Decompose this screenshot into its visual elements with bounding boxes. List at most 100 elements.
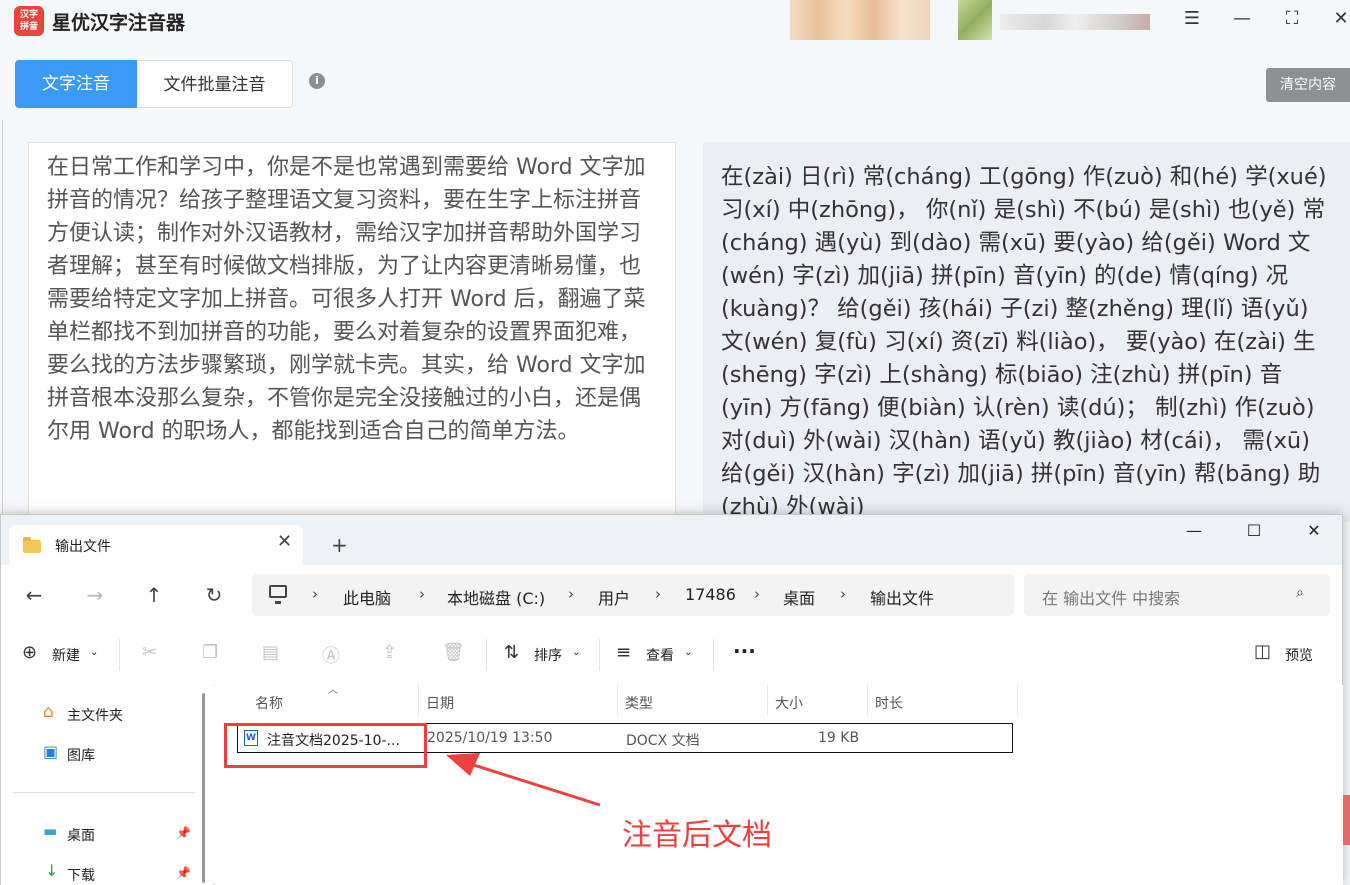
this-pc-icon xyxy=(269,585,287,604)
breadcrumb-chevron-icon: › xyxy=(655,585,661,603)
delete-icon[interactable]: 🗑 xyxy=(442,642,465,663)
more-options-button[interactable]: ··· xyxy=(733,639,756,663)
preview-button[interactable]: 预览 xyxy=(1285,645,1313,665)
tab-batch-file-pinyin[interactable]: 文件批量注音 xyxy=(137,60,293,108)
explorer-navigation-bar: ← → ↑ ↻ › 此电脑 › 本地磁盘 (C:) › 用户 › 17486 ›… xyxy=(1,565,1342,625)
tab-text-pinyin[interactable]: 文字注音 xyxy=(15,60,137,108)
explorer-close-icon[interactable]: ✕ xyxy=(1299,521,1329,540)
breadcrumb-users[interactable]: 用户 xyxy=(598,585,630,609)
breadcrumb-chevron-icon: › xyxy=(754,585,760,603)
maximize-icon[interactable]: ⛶ xyxy=(1278,8,1306,29)
explorer-minimize-icon[interactable]: — xyxy=(1179,521,1209,540)
sidebar-item-home[interactable]: 主文件夹 xyxy=(67,705,123,725)
command-divider xyxy=(713,639,714,671)
window-edge-divider xyxy=(2,120,3,520)
explorer-tab-bar: 输出文件 ✕ + — ☐ ✕ xyxy=(1,515,1342,565)
folder-icon xyxy=(23,537,41,553)
breadcrumb-chevron-icon: › xyxy=(419,585,425,603)
breadcrumb-chevron-icon: › xyxy=(312,585,318,603)
breadcrumb-output-folder[interactable]: 输出文件 xyxy=(870,585,934,609)
sort-arrows-icon[interactable]: ⇅ xyxy=(504,642,519,663)
back-arrow-icon[interactable]: ← xyxy=(22,583,46,607)
gallery-icon: ▣ xyxy=(43,742,59,761)
sidebar-item-downloads[interactable]: 下载 xyxy=(67,865,95,885)
highlight-box xyxy=(224,723,427,768)
new-plus-circle-icon[interactable]: ⊕ xyxy=(22,642,37,663)
share-icon[interactable]: ⇪ xyxy=(382,642,397,663)
navigation-pane: ⌂ 主文件夹 ▣ 图库 ▬ 桌面 📌 ↓ 下载 📌 xyxy=(1,685,213,885)
column-header-duration[interactable]: 时长 xyxy=(875,693,903,713)
new-button[interactable]: 新建 xyxy=(52,645,80,665)
sort-chevron-down-icon[interactable]: ⌄ xyxy=(572,647,580,658)
close-icon[interactable]: ✕ xyxy=(1327,8,1350,29)
explorer-tab-title: 输出文件 xyxy=(55,539,111,555)
paste-icon[interactable]: ▤ xyxy=(262,642,279,663)
breadcrumb-desktop[interactable]: 桌面 xyxy=(783,585,815,609)
column-divider[interactable] xyxy=(617,685,618,715)
sort-button[interactable]: 排序 xyxy=(534,645,562,665)
preview-pane-icon[interactable]: ◫ xyxy=(1254,641,1271,662)
command-divider xyxy=(486,639,487,671)
view-lines-icon[interactable]: ≡ xyxy=(616,642,631,663)
explorer-maximize-icon[interactable]: ☐ xyxy=(1239,521,1269,540)
address-bar[interactable]: › 此电脑 › 本地磁盘 (C:) › 用户 › 17486 › 桌面 › 输出… xyxy=(252,574,1014,616)
pinyin-output-area: 在(zài) 日(rì) 常(cháng) 工(gōng) 作(zuò) 和(h… xyxy=(703,142,1350,522)
background-red-strip xyxy=(1343,795,1350,845)
up-arrow-icon[interactable]: ↑ xyxy=(142,583,166,607)
column-divider[interactable] xyxy=(867,685,868,715)
tab-close-icon[interactable]: ✕ xyxy=(277,531,292,552)
breadcrumb-user-folder[interactable]: 17486 xyxy=(685,585,736,604)
column-header-size[interactable]: 大小 xyxy=(775,693,803,713)
breadcrumb-chevron-icon: › xyxy=(840,585,846,603)
sidebar-divider xyxy=(13,792,195,793)
annotation-label: 注音后文档 xyxy=(622,818,772,853)
view-button[interactable]: 查看 xyxy=(646,645,674,665)
blurred-user-info xyxy=(790,0,930,40)
column-header-date[interactable]: 日期 xyxy=(426,693,454,713)
breadcrumb-local-disk[interactable]: 本地磁盘 (C:) xyxy=(447,585,545,609)
search-box[interactable]: 在 输出文件 中搜索 ⌕ xyxy=(1024,574,1330,616)
sidebar-item-gallery[interactable]: 图库 xyxy=(67,745,95,765)
copy-icon[interactable]: ❐ xyxy=(202,642,218,663)
file-date: 2025/10/19 13:50 xyxy=(427,730,553,746)
forward-arrow-icon[interactable]: → xyxy=(83,583,107,607)
desktop-icon: ▬ xyxy=(43,822,58,840)
app-logo-icon: 汉字 拼音 xyxy=(14,6,44,36)
cut-icon[interactable]: ✂ xyxy=(142,642,157,663)
download-icon: ↓ xyxy=(45,861,59,880)
sort-caret-up-icon: ︿ xyxy=(328,685,338,696)
view-chevron-down-icon[interactable]: ⌄ xyxy=(684,647,692,658)
settings-sliders-icon[interactable]: ☰ xyxy=(1178,8,1206,29)
pin-icon[interactable]: 📌 xyxy=(176,866,191,880)
explorer-command-bar: ⊕ 新建 ⌄ ✂ ❐ ▤ Ⓐ ⇪ 🗑 ⇅ 排序 ⌄ ≡ 查看 ⌄ ··· ◫ 预… xyxy=(1,625,1342,686)
sidebar-scrollbar[interactable] xyxy=(202,693,205,883)
breadcrumb-chevron-icon: › xyxy=(568,585,574,603)
column-header-type[interactable]: 类型 xyxy=(625,693,653,713)
refresh-icon[interactable]: ↻ xyxy=(202,583,226,607)
input-text-area[interactable]: 在日常工作和学习中，你是不是也常遇到需要给 Word 文字加拼音的情况？给孩子整… xyxy=(28,142,676,522)
minimize-icon[interactable]: — xyxy=(1228,8,1256,29)
info-icon[interactable]: i xyxy=(309,73,325,89)
column-divider[interactable] xyxy=(418,685,419,715)
column-divider[interactable] xyxy=(1017,685,1018,715)
new-tab-plus-icon[interactable]: + xyxy=(331,533,348,557)
explorer-tab-output-folder[interactable]: 输出文件 ✕ xyxy=(9,525,303,565)
column-divider[interactable] xyxy=(767,685,768,715)
breadcrumb-this-pc[interactable]: 此电脑 xyxy=(343,585,391,609)
pin-icon[interactable]: 📌 xyxy=(176,826,191,840)
blurred-avatar xyxy=(958,0,992,40)
rename-icon[interactable]: Ⓐ xyxy=(322,642,340,668)
home-icon: ⌂ xyxy=(43,702,54,722)
file-list-view: ︿ 名称 日期 类型 大小 时长 W 注音文档2025-10-... 2025/… xyxy=(215,685,1343,885)
file-size: 19 KB xyxy=(818,730,860,746)
file-type: DOCX 文档 xyxy=(626,733,700,749)
search-icon[interactable]: ⌕ xyxy=(1296,585,1304,601)
clear-content-button[interactable]: 清空内容 xyxy=(1266,68,1350,102)
new-chevron-down-icon[interactable]: ⌄ xyxy=(90,647,98,658)
sidebar-item-desktop[interactable]: 桌面 xyxy=(67,825,95,845)
app-name: 星优汉字注音器 xyxy=(52,12,186,34)
app-title-bar: 汉字 拼音 星优汉字注音器 ☰ — ⛶ ✕ xyxy=(0,0,1350,46)
annotation-arrow-icon xyxy=(446,753,601,807)
command-divider xyxy=(599,639,600,671)
column-header-name[interactable]: 名称 xyxy=(255,693,283,713)
